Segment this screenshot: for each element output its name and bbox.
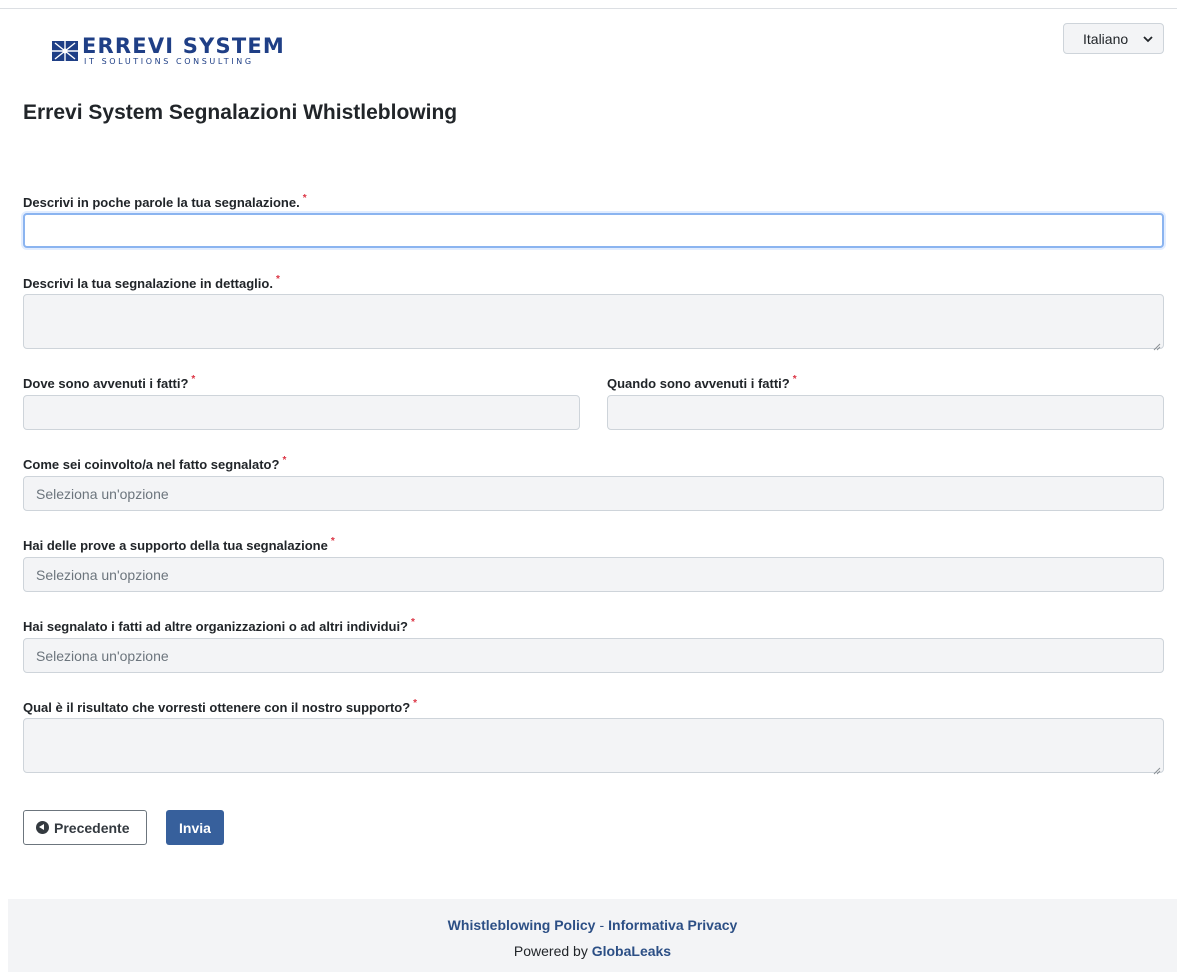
involvement-label-text: Come sei coinvolto/a nel fatto segnalato…: [23, 457, 280, 472]
required-marker: *: [282, 455, 287, 466]
resize-grip-icon[interactable]: [1153, 338, 1161, 351]
where-input[interactable]: [23, 395, 580, 430]
details-textarea[interactable]: [23, 294, 1164, 351]
errevi-logo[interactable]: ERREVI SYSTEM IT SOLUTIONS CONSULTING: [52, 36, 292, 66]
involvement-label: Come sei coinvolto/a nel fatto segnalato…: [23, 455, 287, 472]
previous-button-label: Precedente: [54, 819, 130, 836]
evidence-select[interactable]: Seleziona un'opzione: [23, 557, 1164, 592]
errevi-star-logo-icon: [52, 38, 78, 64]
details-label-text: Descrivi la tua segnalazione in dettagli…: [23, 276, 273, 291]
submit-button[interactable]: Invia: [166, 810, 224, 845]
required-marker: *: [330, 536, 335, 547]
reported-elsewhere-select[interactable]: Seleziona un'opzione: [23, 638, 1164, 673]
footer-links: Whistleblowing Policy - Informativa Privac…: [8, 917, 1177, 933]
reported-elsewhere-select-value: Seleziona un'opzione: [36, 647, 169, 664]
globaleaks-link[interactable]: GlobaLeaks: [592, 943, 671, 959]
required-marker: *: [411, 617, 415, 628]
logo-tagline: IT SOLUTIONS CONSULTING: [84, 57, 254, 66]
reported-elsewhere-label-text: Hai segnalato i fatti ad altre organizza…: [23, 619, 408, 634]
powered-by: Powered by GlobaLeaks: [8, 943, 1177, 959]
powered-by-prefix: Powered by: [513, 943, 588, 959]
where-label-text: Dove sono avvenuti i fatti?: [23, 376, 189, 391]
privacy-policy-link[interactable]: Informativa Privacy: [608, 917, 737, 933]
required-marker: *: [413, 698, 418, 709]
logo-name: ERREVI SYSTEM: [82, 34, 286, 58]
arrow-circle-left-icon: [36, 821, 49, 834]
required-marker: *: [302, 193, 307, 204]
page-title: Errevi System Segnalazioni Whistleblowin…: [23, 101, 458, 124]
footer-separator: -: [599, 917, 605, 933]
when-label: Quando sono avvenuti i fatti? *: [607, 374, 797, 391]
footer: Whistleblowing Policy - Informativa Privac…: [8, 899, 1177, 972]
required-marker: *: [191, 374, 196, 385]
when-input[interactable]: [607, 395, 1164, 430]
summary-label-text: Descrivi in poche parole la tua segnalaz…: [23, 195, 300, 210]
summary-input[interactable]: [23, 213, 1164, 248]
evidence-select-value: Seleziona un'opzione: [36, 566, 169, 583]
desired-outcome-textarea[interactable]: [23, 718, 1164, 775]
language-select-value: Italiano: [1083, 30, 1129, 47]
required-marker: *: [792, 374, 797, 385]
summary-label: Descrivi in poche parole la tua segnalaz…: [23, 193, 307, 210]
involvement-select[interactable]: Seleziona un'opzione: [23, 476, 1164, 511]
desired-outcome-label-text: Qual è il risultato che vorresti ottener…: [23, 700, 411, 715]
submit-button-label: Invia: [179, 819, 211, 836]
previous-button[interactable]: Precedente: [23, 810, 147, 845]
evidence-label-text: Hai delle prove a supporto della tua seg…: [23, 538, 328, 553]
details-label: Descrivi la tua segnalazione in dettagli…: [23, 274, 280, 291]
resize-grip-icon[interactable]: [1153, 762, 1161, 775]
chevron-down-icon: [1142, 32, 1154, 44]
where-label: Dove sono avvenuti i fatti? *: [23, 374, 196, 391]
logo-text: ERREVI SYSTEM IT SOLUTIONS CONSULTING: [82, 36, 285, 66]
top-divider: [0, 8, 1177, 9]
evidence-label: Hai delle prove a supporto della tua seg…: [23, 536, 335, 553]
required-marker: *: [275, 274, 280, 285]
desired-outcome-label: Qual è il risultato che vorresti ottener…: [23, 698, 418, 715]
when-label-text: Quando sono avvenuti i fatti?: [607, 376, 790, 391]
reported-elsewhere-label: Hai segnalato i fatti ad altre organizza…: [23, 617, 415, 634]
language-select[interactable]: Italiano: [1063, 23, 1164, 54]
whistleblowing-policy-link[interactable]: Whistleblowing Policy: [448, 917, 596, 933]
involvement-select-value: Seleziona un'opzione: [36, 485, 169, 502]
